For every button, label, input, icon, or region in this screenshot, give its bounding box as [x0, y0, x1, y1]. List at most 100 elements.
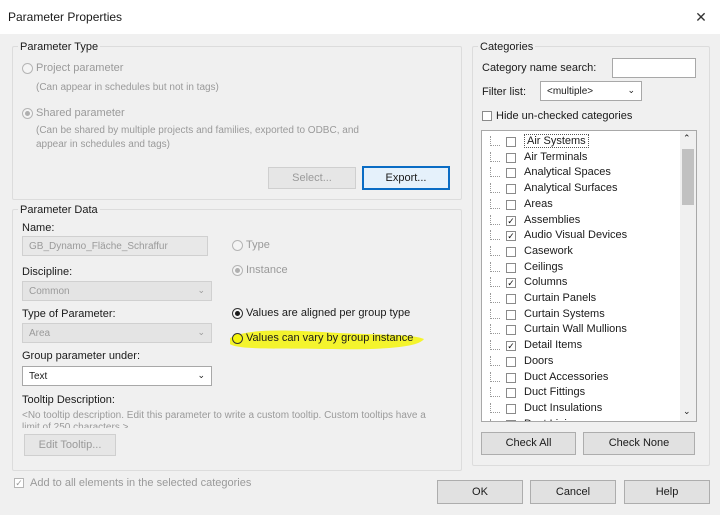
discipline-select[interactable]: Common ⌄: [22, 281, 212, 301]
category-checkbox[interactable]: [506, 419, 516, 421]
project-parameter-label: Project parameter: [36, 62, 124, 74]
category-row[interactable]: Curtain Systems: [482, 307, 672, 323]
shared-parameter-label: Shared parameter: [36, 107, 125, 119]
add-to-all-label: Add to all elements in the selected cate…: [30, 477, 252, 489]
category-label: Areas: [524, 197, 553, 210]
category-checkbox[interactable]: ✓: [506, 215, 516, 226]
help-button[interactable]: Help: [624, 480, 710, 504]
type-radio[interactable]: [232, 240, 243, 251]
category-row[interactable]: Duct Linings: [482, 417, 672, 421]
category-label: Analytical Spaces: [524, 166, 611, 179]
category-checkbox[interactable]: [506, 137, 516, 147]
category-row[interactable]: ✓ Assemblies: [482, 213, 672, 229]
categories-scrollbar[interactable]: ⌃ ⌄: [680, 131, 696, 421]
category-checkbox[interactable]: [506, 199, 516, 210]
category-search-input[interactable]: [612, 58, 696, 78]
parameter-data-heading: Parameter Data: [18, 204, 100, 216]
category-checkbox[interactable]: [506, 325, 516, 336]
category-row[interactable]: Duct Accessories: [482, 370, 672, 386]
name-label: Name:: [22, 222, 55, 234]
category-row[interactable]: Doors: [482, 354, 672, 370]
category-checkbox[interactable]: [506, 388, 516, 399]
vary-by-instance-label: Values can vary by group instance: [246, 332, 414, 344]
category-row[interactable]: Curtain Wall Mullions: [482, 322, 672, 338]
category-label: Doors: [524, 354, 554, 367]
edit-tooltip-button[interactable]: Edit Tooltip...: [24, 434, 116, 456]
tooltip-text-1: <No tooltip description. Edit this param…: [22, 410, 426, 421]
category-row[interactable]: Areas: [482, 197, 672, 213]
category-checkbox[interactable]: [506, 184, 516, 195]
category-row[interactable]: Analytical Spaces: [482, 165, 672, 181]
tree-line-icon: [490, 183, 500, 194]
category-row[interactable]: Duct Fittings: [482, 385, 672, 401]
ok-button[interactable]: OK: [437, 480, 523, 504]
category-row[interactable]: ✓ Audio Visual Devices: [482, 228, 672, 244]
scroll-up-icon[interactable]: ⌃: [683, 133, 691, 144]
category-row[interactable]: Casework: [482, 244, 672, 260]
category-checkbox[interactable]: [506, 372, 516, 383]
cancel-button[interactable]: Cancel: [530, 480, 616, 504]
instance-radio[interactable]: [232, 265, 243, 276]
group-parameter-under-select[interactable]: Text ⌄: [22, 366, 212, 386]
category-checkbox[interactable]: [506, 168, 516, 179]
category-row[interactable]: ✓ Detail Items: [482, 338, 672, 354]
category-row[interactable]: ✓ Columns: [482, 275, 672, 291]
category-label: Analytical Surfaces: [524, 182, 618, 195]
aligned-per-group-label: Values are aligned per group type: [246, 307, 411, 319]
category-label: Columns: [524, 276, 568, 289]
categories-list[interactable]: Air Systems Air Terminals Analytical Space…: [481, 130, 697, 422]
category-checkbox[interactable]: ✓: [506, 278, 516, 289]
category-checkbox[interactable]: [506, 294, 516, 304]
type-radio-label: Type: [246, 239, 270, 251]
category-row[interactable]: Duct Insulations: [482, 401, 672, 417]
category-checkbox[interactable]: [506, 309, 516, 320]
category-checkbox[interactable]: [506, 403, 516, 414]
tooltip-description-label: Tooltip Description:: [22, 394, 115, 406]
shared-parameter-radio[interactable]: [22, 108, 33, 119]
category-checkbox[interactable]: [506, 262, 516, 273]
name-field[interactable]: GB_Dynamo_Fläche_Schraffur: [22, 236, 208, 256]
category-checkbox[interactable]: ✓: [506, 341, 516, 352]
category-row[interactable]: Air Terminals: [482, 150, 672, 166]
hide-unchecked-checkbox[interactable]: [482, 111, 492, 121]
category-label: Curtain Wall Mullions: [524, 323, 627, 336]
close-icon[interactable]: ✕: [690, 6, 712, 28]
export-button[interactable]: Export...: [362, 166, 450, 190]
add-to-all-checkbox[interactable]: ✓: [14, 478, 24, 488]
categories-heading: Categories: [478, 41, 536, 53]
category-checkbox[interactable]: ✓: [506, 231, 516, 242]
type-of-parameter-value: Area: [29, 328, 51, 339]
check-all-button[interactable]: Check All: [481, 432, 576, 455]
category-label: Duct Linings: [524, 418, 585, 421]
filter-list-select[interactable]: <multiple> ⌄: [540, 81, 642, 101]
category-row[interactable]: Air Systems: [482, 134, 672, 150]
category-row[interactable]: Ceilings: [482, 260, 672, 276]
chevron-down-icon: ⌄: [197, 285, 205, 295]
type-of-parameter-select[interactable]: Area ⌄: [22, 323, 212, 343]
category-row[interactable]: Analytical Surfaces: [482, 181, 672, 197]
category-label: Duct Insulations: [524, 401, 603, 414]
scroll-down-icon[interactable]: ⌄: [683, 406, 691, 417]
filter-list-label: Filter list:: [482, 86, 526, 98]
tree-line-icon: [490, 167, 500, 178]
category-checkbox[interactable]: [506, 152, 516, 163]
tree-line-icon: [490, 308, 500, 319]
category-label: Audio Visual Devices: [524, 229, 628, 242]
vary-by-instance-radio[interactable]: [232, 333, 243, 344]
category-checkbox[interactable]: [506, 246, 516, 257]
instance-radio-label: Instance: [246, 264, 288, 276]
select-button[interactable]: Select...: [268, 167, 356, 189]
scrollbar-thumb[interactable]: [682, 149, 694, 205]
category-label: Assemblies: [524, 213, 581, 226]
category-row[interactable]: Curtain Panels: [482, 291, 672, 307]
check-none-button[interactable]: Check None: [583, 432, 695, 455]
tooltip-text-2: limit of 250 characters.>: [22, 422, 129, 428]
tree-line-icon: [490, 371, 500, 382]
title-bar: Parameter Properties ✕: [0, 0, 720, 34]
project-parameter-radio[interactable]: [22, 63, 33, 74]
chevron-down-icon: ⌄: [197, 327, 205, 337]
tree-line-icon: [490, 418, 500, 421]
aligned-per-group-radio[interactable]: [232, 308, 243, 319]
category-checkbox[interactable]: [506, 356, 516, 367]
shared-parameter-hint-1: (Can be shared by multiple projects and …: [36, 125, 359, 136]
